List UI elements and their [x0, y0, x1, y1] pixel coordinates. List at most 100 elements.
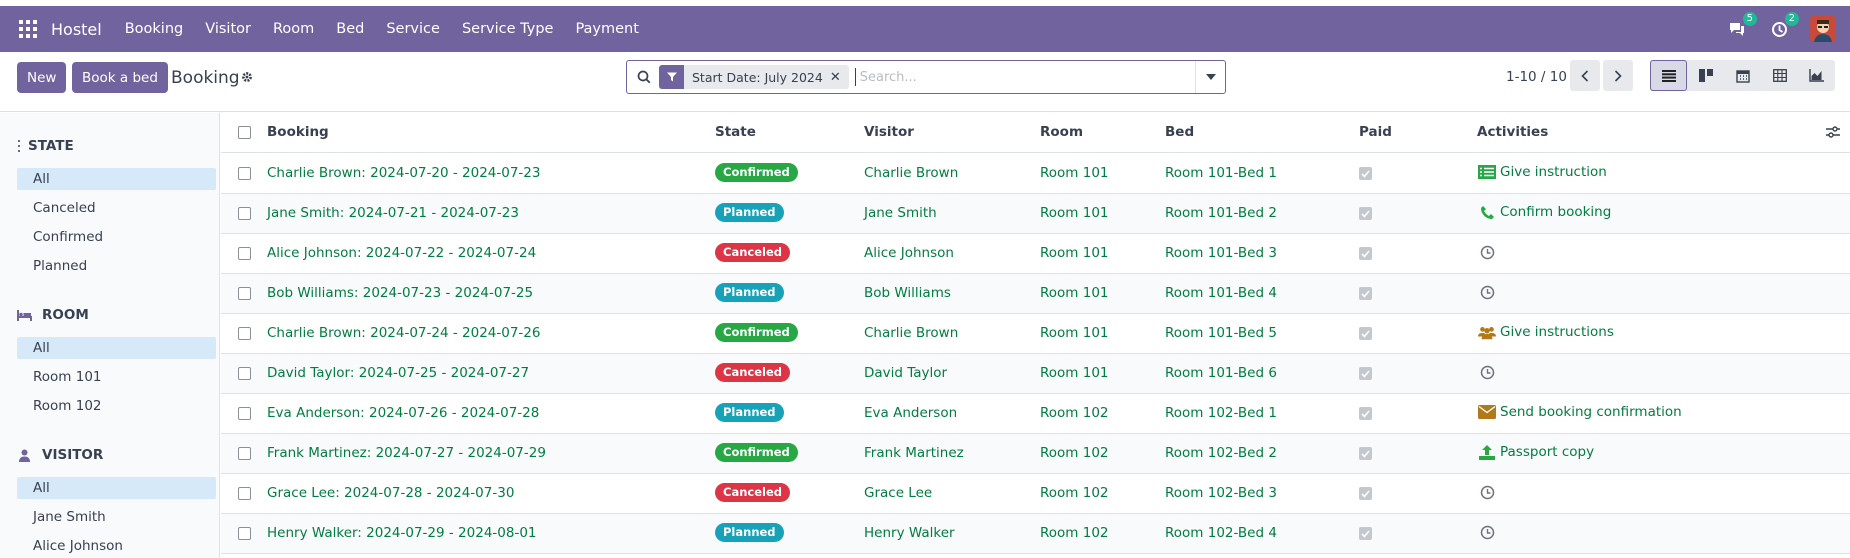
activity-widget[interactable]: Give instructions [1478, 323, 1614, 341]
activity-summary[interactable]: Passport copy [1500, 444, 1594, 460]
users-icon[interactable] [1478, 323, 1496, 341]
booking-cell[interactable]: Bob Williams: 2024-07-23 - 2024-07-25 [267, 285, 533, 301]
activity-summary[interactable]: Give instructions [1500, 324, 1614, 340]
bed-cell[interactable]: Room 101-Bed 4 [1165, 285, 1277, 301]
table-row[interactable]: Alice Johnson: 2024-07-22 - 2024-07-24 Ca… [221, 234, 1850, 274]
booking-cell[interactable]: Henry Walker: 2024-07-29 - 2024-08-01 [267, 525, 537, 541]
messages-icon[interactable]: 5 [1726, 12, 1757, 40]
list-view-icon[interactable] [1650, 60, 1687, 91]
bed-cell[interactable]: Room 102-Bed 1 [1165, 405, 1277, 421]
clock-icon[interactable] [1478, 243, 1496, 261]
table-row[interactable]: David Taylor: 2024-07-25 - 2024-07-27 Can… [221, 354, 1850, 394]
graph-view-icon[interactable] [1798, 60, 1835, 91]
room-filter-all[interactable]: All [17, 337, 216, 359]
clock-icon[interactable] [1478, 283, 1496, 301]
room-cell[interactable]: Room 101 [1040, 325, 1109, 341]
visitor-cell[interactable]: Eva Anderson [864, 405, 957, 421]
apps-menu-icon[interactable] [19, 20, 37, 38]
menu-visitor[interactable]: Visitor [205, 21, 251, 37]
header-room[interactable]: Room [1040, 124, 1083, 140]
state-filter-all[interactable]: All [17, 168, 216, 190]
header-activities[interactable]: Activities [1477, 124, 1548, 140]
activity-widget[interactable] [1478, 283, 1500, 301]
table-row[interactable]: Grace Lee: 2024-07-28 - 2024-07-30 Cancel… [221, 474, 1850, 514]
booking-cell[interactable]: Alice Johnson: 2024-07-22 - 2024-07-24 [267, 245, 536, 261]
book-a-bed-button[interactable]: Book a bed [72, 62, 168, 93]
header-paid[interactable]: Paid [1359, 124, 1392, 140]
room-cell[interactable]: Room 101 [1040, 165, 1109, 181]
table-row[interactable]: Charlie Brown: 2024-07-24 - 2024-07-26 Co… [221, 314, 1850, 354]
clock-icon[interactable] [1478, 523, 1496, 541]
select-all-checkbox[interactable] [238, 126, 251, 139]
phone-icon[interactable] [1478, 203, 1496, 221]
row-checkbox[interactable] [238, 167, 251, 180]
state-filter-planned[interactable]: Planned [17, 255, 216, 277]
clock-icon[interactable] [1478, 363, 1496, 381]
activity-widget[interactable] [1478, 243, 1500, 261]
row-checkbox[interactable] [238, 447, 251, 460]
bed-cell[interactable]: Room 102-Bed 4 [1165, 525, 1277, 541]
clock-icon[interactable] [1478, 483, 1496, 501]
pivot-view-icon[interactable] [1761, 60, 1798, 91]
calendar-view-icon[interactable] [1724, 60, 1761, 91]
visitor-cell[interactable]: Charlie Brown [864, 325, 958, 341]
activity-widget[interactable] [1478, 363, 1500, 381]
header-visitor[interactable]: Visitor [864, 124, 914, 140]
visitor-cell[interactable]: Grace Lee [864, 485, 932, 501]
visitor-cell[interactable]: Bob Williams [864, 285, 951, 301]
kanban-view-icon[interactable] [1687, 60, 1724, 91]
booking-cell[interactable]: Eva Anderson: 2024-07-26 - 2024-07-28 [267, 405, 539, 421]
activity-clock-icon[interactable]: 2 [1768, 12, 1799, 40]
bed-cell[interactable]: Room 101-Bed 3 [1165, 245, 1277, 261]
menu-payment[interactable]: Payment [575, 21, 638, 37]
bed-cell[interactable]: Room 101-Bed 6 [1165, 365, 1277, 381]
visitor-cell[interactable]: Jane Smith [864, 205, 937, 221]
menu-service-type[interactable]: Service Type [462, 21, 554, 37]
pager-value[interactable]: 1-10 / 10 [1506, 69, 1567, 85]
visitor-cell[interactable]: Henry Walker [864, 525, 955, 541]
row-checkbox[interactable] [238, 327, 251, 340]
header-state[interactable]: State [715, 124, 756, 140]
row-checkbox[interactable] [238, 287, 251, 300]
room-filter-room-101[interactable]: Room 101 [17, 366, 216, 388]
bed-cell[interactable]: Room 102-Bed 3 [1165, 485, 1277, 501]
menu-booking[interactable]: Booking [125, 21, 184, 37]
activity-summary[interactable]: Give instruction [1500, 164, 1607, 180]
menu-service[interactable]: Service [386, 21, 440, 37]
user-avatar[interactable] [1810, 16, 1836, 42]
room-cell[interactable]: Room 102 [1040, 485, 1109, 501]
search-input[interactable] [854, 68, 1195, 86]
room-cell[interactable]: Room 101 [1040, 285, 1109, 301]
room-cell[interactable]: Room 101 [1040, 205, 1109, 221]
app-brand[interactable]: Hostel [51, 20, 102, 39]
activity-widget[interactable] [1478, 523, 1500, 541]
room-cell[interactable]: Room 101 [1040, 245, 1109, 261]
room-cell[interactable]: Room 102 [1040, 405, 1109, 421]
state-filter-canceled[interactable]: Canceled [17, 197, 216, 219]
activity-widget[interactable]: Passport copy [1478, 443, 1594, 461]
table-row[interactable]: Bob Williams: 2024-07-23 - 2024-07-25 Pla… [221, 274, 1850, 314]
visitor-cell[interactable]: Alice Johnson [864, 245, 954, 261]
visitor-cell[interactable]: David Taylor [864, 365, 947, 381]
bed-cell[interactable]: Room 101-Bed 1 [1165, 165, 1277, 181]
search-icon[interactable] [637, 70, 651, 84]
list-icon[interactable] [1478, 163, 1496, 181]
visitor-cell[interactable]: Frank Martinez [864, 445, 964, 461]
activity-widget[interactable]: Give instruction [1478, 163, 1607, 181]
activity-summary[interactable]: Send booking confirmation [1500, 404, 1682, 420]
pager-next-button[interactable] [1603, 60, 1633, 91]
menu-bed[interactable]: Bed [336, 21, 364, 37]
activity-summary[interactable]: Confirm booking [1500, 204, 1611, 220]
table-row[interactable]: Frank Martinez: 2024-07-27 - 2024-07-29 C… [221, 434, 1850, 474]
row-checkbox[interactable] [238, 487, 251, 500]
room-cell[interactable]: Room 102 [1040, 525, 1109, 541]
bed-cell[interactable]: Room 101-Bed 2 [1165, 205, 1277, 221]
table-row[interactable]: Charlie Brown: 2024-07-20 - 2024-07-23 Co… [221, 154, 1850, 194]
column-settings-icon[interactable] [1826, 126, 1840, 142]
table-row[interactable]: Eva Anderson: 2024-07-26 - 2024-07-28 Pla… [221, 394, 1850, 434]
state-filter-confirmed[interactable]: Confirmed [17, 226, 216, 248]
booking-cell[interactable]: Grace Lee: 2024-07-28 - 2024-07-30 [267, 485, 514, 501]
row-checkbox[interactable] [238, 207, 251, 220]
gear-icon[interactable] [241, 71, 253, 87]
row-checkbox[interactable] [238, 527, 251, 540]
